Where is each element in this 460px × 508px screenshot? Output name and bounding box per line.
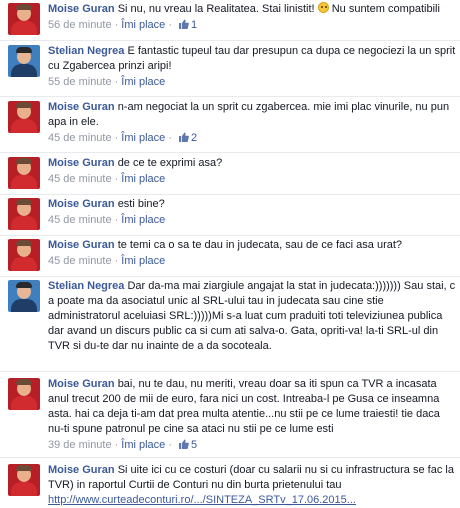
comment-item: Moise Guran te temi ca o sa te dau in ju… (0, 236, 460, 277)
comment-item: Moise Guran Si nu, nu vreau la Realitate… (0, 0, 460, 41)
comment-item: Moise Guran bai, nu te dau, nu meriti, v… (0, 375, 460, 458)
like-button[interactable]: Îmi place (121, 173, 165, 185)
avatar[interactable] (8, 378, 40, 410)
comment-author[interactable]: Moise Guran (48, 198, 115, 210)
comment-text: esti bine? (117, 198, 165, 210)
avatar[interactable] (8, 464, 40, 496)
like-button[interactable]: Îmi place (121, 132, 165, 144)
like-count[interactable]: 2 (191, 132, 197, 144)
comment-author[interactable]: Moise Guran (48, 378, 115, 390)
comment-link[interactable]: http://www.curteadeconturi.ro/.../SINTEZ… (48, 494, 356, 506)
thumbs-up-icon (178, 19, 189, 29)
avatar[interactable] (8, 239, 40, 271)
like-button[interactable]: Îmi place (121, 255, 165, 267)
smiley-emoticon-icon (317, 2, 329, 13)
comment-timestamp[interactable]: 45 de minute (48, 173, 112, 185)
like-button[interactable]: Îmi place (121, 439, 165, 451)
comment-author[interactable]: Moise Guran (48, 157, 115, 169)
comment-text: de ce te exprimi asa? (117, 157, 223, 169)
comment-author[interactable]: Moise Guran (48, 464, 115, 476)
comment-author[interactable]: Moise Guran (48, 101, 115, 113)
comment-item: Stelian Negrea Dar da-ma mai ziargiule a… (0, 277, 460, 372)
comment-item: Moise Guran esti bine? 45 de minute · Îmi … (0, 195, 460, 236)
comment-author[interactable]: Moise Guran (48, 239, 115, 251)
avatar[interactable] (8, 101, 40, 133)
comment-timestamp[interactable]: 45 de minute (48, 132, 112, 144)
comment-item: Stelian Negrea E fantastic tupeul tau da… (0, 42, 460, 97)
comment-timestamp[interactable]: 45 de minute (48, 214, 112, 226)
comment-timestamp[interactable]: 55 de minute (48, 76, 112, 88)
comment-text: Si nu, nu vreau la Realitatea. Stai lini… (117, 3, 315, 15)
comment-timestamp[interactable]: 45 de minute (48, 255, 112, 267)
thumbs-up-icon (178, 132, 189, 142)
comment-text-continued: Nu suntem compatibili (331, 3, 440, 15)
avatar[interactable] (8, 157, 40, 189)
comment-item: Moise Guran n-am negociat la un sprit cu… (0, 98, 460, 153)
thumbs-up-icon (178, 439, 189, 449)
like-count[interactable]: 1 (191, 19, 197, 31)
avatar[interactable] (8, 198, 40, 230)
comment-author[interactable]: Stelian Negrea (48, 45, 124, 57)
avatar[interactable] (8, 3, 40, 35)
like-button[interactable]: Îmi place (121, 19, 165, 31)
comment-author[interactable]: Stelian Negrea (48, 280, 124, 292)
comment-text: te temi ca o sa te dau in judecata, sau … (117, 239, 403, 251)
avatar[interactable] (8, 280, 40, 312)
like-button[interactable]: Îmi place (121, 214, 165, 226)
like-button[interactable]: Îmi place (121, 76, 165, 88)
comment-item: Moise Guran Si uite ici cu ce costuri (d… (0, 461, 460, 508)
comment-item: Moise Guran de ce te exprimi asa? 45 de … (0, 154, 460, 195)
comment-timestamp[interactable]: 39 de minute (48, 439, 112, 451)
avatar[interactable] (8, 45, 40, 77)
like-count[interactable]: 5 (191, 439, 197, 451)
comment-author[interactable]: Moise Guran (48, 3, 115, 15)
comment-timestamp[interactable]: 56 de minute (48, 19, 112, 31)
